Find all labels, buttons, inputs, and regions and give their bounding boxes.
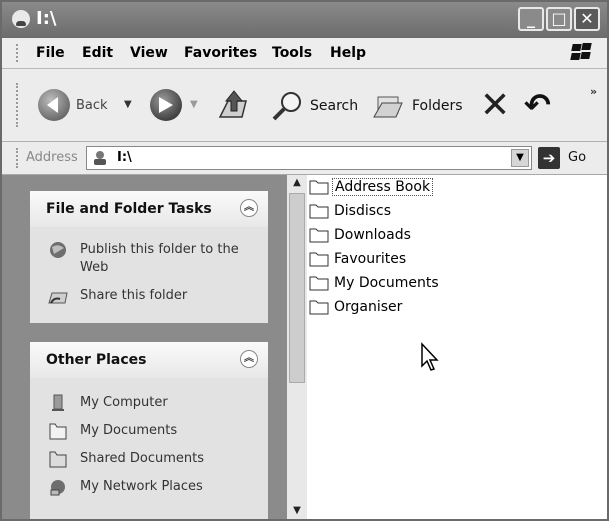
- folder-icon: [309, 252, 329, 267]
- panel-title: Other Places: [46, 352, 147, 368]
- network-icon: [50, 480, 65, 496]
- folder-name: Organiser: [334, 299, 403, 315]
- panel-header[interactable]: File and Folder Tasks ︽: [30, 191, 268, 227]
- folder-item-favourites[interactable]: Favourites: [309, 249, 509, 271]
- back-dropdown-icon[interactable]: ▼: [124, 99, 132, 110]
- documents-folder-icon: [49, 423, 67, 440]
- file-folder-tasks-panel: File and Folder Tasks ︽ Publish this fol…: [30, 191, 268, 323]
- task-pane: File and Folder Tasks ︽ Publish this fol…: [2, 175, 287, 519]
- panel-title: File and Folder Tasks: [46, 201, 212, 217]
- scroll-up-arrow-icon[interactable]: ▲: [289, 177, 305, 191]
- back-label: Back: [76, 98, 108, 113]
- collapse-chevron-icon[interactable]: ︽: [240, 350, 258, 368]
- undo-arrow-icon: ↶: [524, 86, 551, 124]
- menu-bar: File Edit View Favorites Tools Help: [2, 38, 607, 69]
- task-label: Publish this folder to the Web: [80, 242, 239, 275]
- menu-help[interactable]: Help: [330, 45, 366, 61]
- scroll-thumb[interactable]: [289, 193, 305, 383]
- other-places-panel: Other Places ︽ My Computer My Documents: [30, 342, 268, 519]
- folders-icon: [373, 96, 403, 118]
- forward-button[interactable]: ▼: [150, 89, 202, 123]
- standard-toolbar: Back ▼ ▼ Search Folders ✕ ↶ »: [2, 69, 607, 142]
- close-button[interactable]: ✕: [574, 7, 600, 31]
- address-bar: Address I:\ ▼ ➔ Go: [2, 142, 607, 175]
- menu-tools[interactable]: Tools: [272, 45, 312, 61]
- folder-name: Favourites: [334, 251, 407, 267]
- shared-folder-icon: [49, 451, 67, 468]
- back-button[interactable]: Back ▼: [38, 89, 148, 123]
- folder-item-my-documents[interactable]: My Documents: [309, 273, 509, 295]
- delete-button[interactable]: ✕: [480, 88, 512, 124]
- go-button[interactable]: ➔ Go: [538, 147, 600, 171]
- minimize-button[interactable]: _: [518, 7, 544, 31]
- explorer-window: I:\ _ □ ✕ File Edit View Favorites Tools…: [0, 0, 609, 521]
- address-label: Address: [26, 150, 78, 165]
- scroll-down-arrow-icon[interactable]: ▼: [289, 505, 305, 519]
- folder-name: Downloads: [334, 227, 411, 243]
- place-label: My Documents: [80, 423, 178, 438]
- folder-list-pane: ▲ ▼ Address Book Disdiscs Downloads Favo…: [287, 175, 607, 519]
- maximize-button[interactable]: □: [546, 7, 572, 31]
- computer-icon: [52, 394, 64, 411]
- search-label: Search: [310, 98, 359, 114]
- drive-icon: [94, 151, 106, 165]
- menu-grip[interactable]: [16, 44, 21, 62]
- folder-item-organiser[interactable]: Organiser: [309, 297, 509, 319]
- back-arrow-icon: [38, 89, 70, 121]
- windows-logo-icon: [570, 43, 592, 61]
- panel-header[interactable]: Other Places ︽: [30, 342, 268, 378]
- folders-button[interactable]: Folders: [372, 89, 464, 123]
- place-label: My Computer: [80, 395, 168, 410]
- magnifier-icon: [272, 92, 301, 121]
- drive-icon: [12, 10, 30, 28]
- menu-file[interactable]: File: [36, 45, 65, 61]
- mouse-cursor-icon: [421, 342, 439, 371]
- collapse-chevron-icon[interactable]: ︽: [240, 199, 258, 217]
- go-arrow-icon: ➔: [538, 147, 560, 169]
- folder-icon: [309, 228, 329, 243]
- up-folder-button[interactable]: [216, 87, 252, 125]
- title-bar[interactable]: I:\ _ □ ✕: [2, 2, 607, 38]
- place-label: Shared Documents: [80, 451, 205, 466]
- folder-name: My Documents: [334, 275, 439, 291]
- folder-name: Address Book: [332, 178, 434, 196]
- folder-item-address-book[interactable]: Address Book: [309, 177, 509, 199]
- vertical-scrollbar[interactable]: ▲ ▼: [287, 175, 307, 519]
- search-button[interactable]: Search: [270, 89, 362, 123]
- folder-icon: [309, 180, 329, 195]
- address-field[interactable]: I:\ ▼: [86, 146, 532, 170]
- place-label: My Network Places: [80, 479, 203, 494]
- toolbar-overflow-chevron[interactable]: »: [590, 85, 597, 98]
- toolbar-grip[interactable]: [16, 83, 21, 127]
- forward-arrow-icon: [150, 89, 182, 121]
- go-label: Go: [568, 150, 587, 165]
- menu-favorites[interactable]: Favorites: [184, 45, 257, 61]
- folder-icon: [309, 204, 329, 219]
- folder-item-downloads[interactable]: Downloads: [309, 225, 509, 247]
- menu-view[interactable]: View: [130, 45, 168, 61]
- forward-dropdown-icon[interactable]: ▼: [190, 99, 198, 110]
- folder-name: Disdiscs: [334, 203, 392, 219]
- task-label: Share this folder: [80, 288, 188, 303]
- folder-icon: [309, 276, 329, 291]
- folders-label: Folders: [412, 98, 463, 114]
- address-dropdown-button[interactable]: ▼: [511, 149, 529, 167]
- menu-edit[interactable]: Edit: [82, 45, 113, 61]
- folder-icon: [309, 300, 329, 315]
- undo-button[interactable]: ↶: [524, 89, 558, 123]
- window-title: I:\: [36, 8, 57, 29]
- delete-x-icon: ✕: [480, 85, 511, 126]
- address-grip[interactable]: [16, 148, 21, 168]
- share-folder-icon: [48, 292, 68, 304]
- address-value: I:\: [117, 150, 132, 165]
- folder-item-disdiscs[interactable]: Disdiscs: [309, 201, 509, 223]
- globe-icon: [50, 242, 66, 258]
- up-folder-icon: [218, 90, 247, 118]
